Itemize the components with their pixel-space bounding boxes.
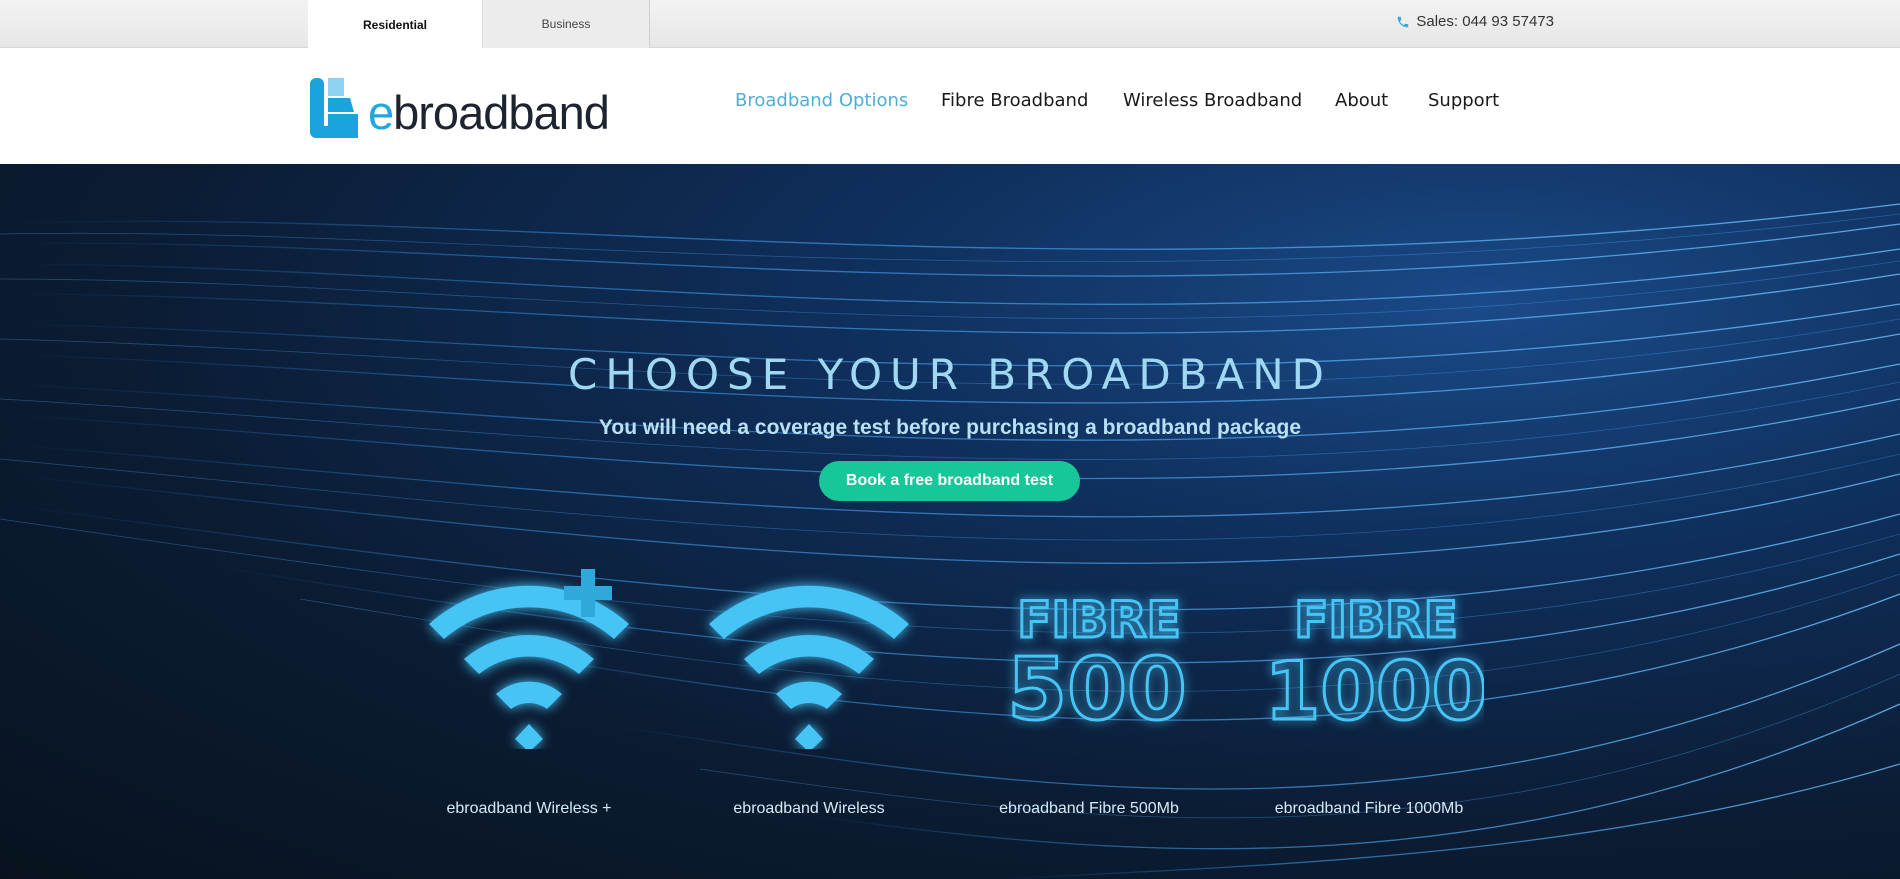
nav-broadband-options[interactable]: Broadband Options <box>735 90 908 111</box>
nav-fibre-broadband[interactable]: Fibre Broadband <box>941 90 1088 111</box>
product-fibre-1000[interactable]: FIBRE 1000 ebroadband Fibre 1000Mb <box>1249 564 1489 818</box>
tab-residential[interactable]: Residential <box>308 0 482 49</box>
product-wireless[interactable]: ebroadband Wireless <box>689 564 929 817</box>
tab-business[interactable]: Business <box>482 0 650 48</box>
product-label: ebroadband Fibre 500Mb <box>999 800 1179 817</box>
wifi-plus-icon <box>409 564 649 754</box>
hero-title: CHOOSE YOUR BROADBAND <box>568 350 1332 399</box>
product-label: ebroadband Wireless <box>733 800 885 817</box>
hero-section: CHOOSE YOUR BROADBAND You will need a co… <box>0 164 1900 879</box>
fibre-streaks-background <box>0 203 1900 879</box>
nav-support[interactable]: Support <box>1428 90 1499 111</box>
nav-wireless-broadband[interactable]: Wireless Broadband <box>1123 90 1302 111</box>
sales-label: Sales: 044 93 57473 <box>1416 13 1554 30</box>
ebroadband-logo[interactable]: ebroadband <box>310 76 610 140</box>
svg-text:500: 500 <box>1007 640 1187 740</box>
book-broadband-test-button[interactable]: Book a free broadband test <box>819 461 1080 501</box>
product-label: ebroadband Fibre 1000Mb <box>1274 800 1464 817</box>
svg-text:FIBRE: FIBRE <box>1294 591 1458 649</box>
sales-phone[interactable]: Sales: 044 93 57473 <box>1396 13 1554 30</box>
top-bar: Residential Business Sales: 044 93 57473 <box>0 0 1900 49</box>
product-wireless-plus[interactable]: ebroadband Wireless + <box>409 564 649 817</box>
fibre-500-icon: FIBRE 500 <box>969 564 1209 754</box>
logo-wordmark: ebroadband <box>368 86 610 139</box>
svg-text:1000: 1000 <box>1265 645 1484 738</box>
hero-subtitle: You will need a coverage test before pur… <box>598 416 1302 439</box>
product-label: ebroadband Wireless + <box>446 800 612 817</box>
site-header: ebroadband Broadband Options Fibre Broad… <box>0 48 1900 164</box>
phone-icon <box>1396 15 1410 29</box>
product-fibre-500[interactable]: FIBRE 500 ebroadband Fibre 500Mb <box>969 564 1209 818</box>
fibre-1000-icon: FIBRE 1000 <box>1249 564 1489 754</box>
nav-about[interactable]: About <box>1335 90 1388 111</box>
wifi-icon <box>689 564 929 754</box>
logo-mark-icon <box>310 78 358 138</box>
